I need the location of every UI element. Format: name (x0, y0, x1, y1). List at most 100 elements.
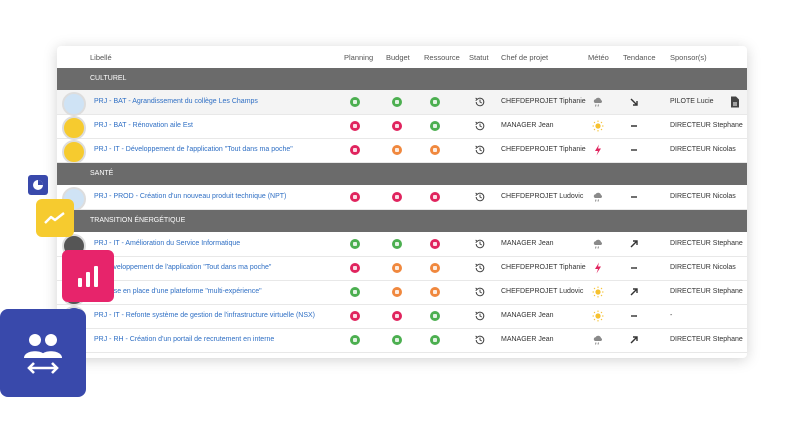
sponsor: DIRECTEUR Nicolas (670, 146, 736, 153)
col-statut[interactable]: Statut (469, 53, 489, 62)
dash-icon (628, 310, 640, 322)
project-portfolio-table: Libellé Planning Budget Ressource Statut… (57, 46, 747, 358)
sponsor: DIRECTEUR Nicolas (670, 193, 736, 200)
budget-indicator (392, 263, 402, 273)
budget-indicator (392, 239, 402, 249)
sun-icon (592, 286, 604, 298)
history-icon[interactable] (474, 238, 486, 250)
planning-indicator (350, 263, 360, 273)
planning-indicator (350, 192, 360, 202)
budget-indicator (392, 311, 402, 321)
budget-indicator (392, 287, 402, 297)
sponsor: DIRECTEUR Stephane (670, 288, 743, 295)
budget-indicator (392, 97, 402, 107)
table-row[interactable]: IT - Mise en place d'une plateforme "mul… (57, 280, 747, 306)
table-row[interactable]: PRJ - IT - Amélioration du Service Infor… (57, 232, 747, 258)
planning-indicator (350, 335, 360, 345)
col-sponsor[interactable]: Sponsor(s) (670, 53, 707, 62)
budget-indicator (392, 145, 402, 155)
document-icon[interactable] (730, 96, 740, 108)
table-row[interactable]: PRJ - RH - Création d'un portail de recr… (57, 328, 747, 354)
planning-indicator (350, 311, 360, 321)
ressource-indicator (430, 121, 440, 131)
project-link[interactable]: PRJ - RH - Création d'un portail de recr… (94, 336, 274, 343)
project-link[interactable]: PRJ - BAT - Rénovation aile Est (94, 122, 193, 129)
col-tendance[interactable]: Tendance (623, 53, 656, 62)
history-icon[interactable] (474, 191, 486, 203)
project-link[interactable]: PRJ - IT - Développement de l'applicatio… (94, 146, 293, 153)
project-link[interactable]: IT - Mise en place d'une plateforme "mul… (94, 288, 262, 295)
table-row[interactable]: PRJ - IT - Refonte système de gestion de… (57, 304, 747, 330)
cloud-rain-icon (592, 96, 604, 108)
table-row[interactable]: PRJ - PROD - Création d'un nouveau produ… (57, 185, 747, 211)
cloud-rain-icon (592, 334, 604, 346)
col-budget[interactable]: Budget (386, 53, 410, 62)
arrow-down-right-icon (628, 96, 640, 108)
col-chef[interactable]: Chef de projet (501, 53, 548, 62)
history-icon[interactable] (474, 334, 486, 346)
budget-indicator (392, 121, 402, 131)
history-icon[interactable] (474, 262, 486, 274)
trend-line-icon (36, 199, 74, 237)
project-link[interactable]: PRJ - IT - Refonte système de gestion de… (94, 312, 315, 319)
group-label: TRANSITION ÉNERGÉTIQUE (90, 217, 186, 224)
ressource-indicator (430, 97, 440, 107)
table-header: Libellé Planning Budget Ressource Statut… (57, 46, 747, 68)
ressource-indicator (430, 311, 440, 321)
table-row[interactable]: PRJ - IT - Développement de l'applicatio… (57, 138, 747, 164)
project-manager: MANAGER Jean (501, 312, 554, 319)
ressource-indicator (430, 263, 440, 273)
col-planning[interactable]: Planning (344, 53, 373, 62)
group-label: SANTÉ (90, 170, 114, 177)
users-swap-icon (0, 309, 86, 397)
history-icon[interactable] (474, 120, 486, 132)
project-link[interactable]: PRJ - BAT - Agrandissement du collège Le… (94, 98, 258, 105)
lightning-icon (592, 144, 604, 156)
sponsor: - (670, 312, 673, 319)
sponsor: DIRECTEUR Nicolas (670, 264, 736, 271)
dash-icon (628, 144, 640, 156)
budget-indicator (392, 192, 402, 202)
arrow-up-right-icon (628, 334, 640, 346)
project-link[interactable]: PRJ - PROD - Création d'un nouveau produ… (94, 193, 286, 200)
pie-chart-icon (28, 175, 48, 195)
history-icon[interactable] (474, 144, 486, 156)
planning-indicator (350, 287, 360, 297)
project-manager: CHEFDEPROJET Tiphanie (501, 146, 586, 153)
sponsor: PILOTE Lucie (670, 98, 714, 105)
lightning-icon (592, 262, 604, 274)
group-header: TRANSITION ÉNERGÉTIQUE (57, 210, 747, 232)
col-ressource[interactable]: Ressource (424, 53, 460, 62)
project-manager: CHEFDEPROJET Ludovic (501, 288, 584, 295)
group-label: CULTUREL (90, 75, 127, 82)
history-icon[interactable] (474, 96, 486, 108)
dash-icon (628, 120, 640, 132)
ressource-indicator (430, 239, 440, 249)
bar-chart-icon (62, 250, 114, 302)
planning-indicator (350, 145, 360, 155)
project-manager: MANAGER Jean (501, 336, 554, 343)
table-row[interactable]: PRJ - BAT - Rénovation aile Est MANAGER J… (57, 114, 747, 140)
cloud-rain-icon (592, 191, 604, 203)
sun-icon (592, 120, 604, 132)
budget-indicator (392, 335, 402, 345)
history-icon[interactable] (474, 286, 486, 298)
table-row[interactable]: T - Développement de l'application "Tout… (57, 256, 747, 282)
project-manager: CHEFDEPROJET Tiphanie (501, 98, 586, 105)
col-meteo[interactable]: Météo (588, 53, 609, 62)
dash-icon (628, 262, 640, 274)
planning-indicator (350, 239, 360, 249)
group-header: CULTUREL (57, 68, 747, 90)
ressource-indicator (430, 335, 440, 345)
table-row[interactable]: PRJ - BAT - Agrandissement du collège Le… (57, 90, 747, 116)
cloud-rain-icon (592, 238, 604, 250)
ressource-indicator (430, 192, 440, 202)
planning-indicator (350, 97, 360, 107)
project-manager: MANAGER Jean (501, 122, 554, 129)
project-link[interactable]: T - Développement de l'application "Tout… (94, 264, 271, 271)
col-libelle[interactable]: Libellé (90, 53, 112, 62)
project-link[interactable]: PRJ - IT - Amélioration du Service Infor… (94, 240, 240, 247)
dash-icon (628, 191, 640, 203)
project-manager: CHEFDEPROJET Ludovic (501, 193, 584, 200)
history-icon[interactable] (474, 310, 486, 322)
